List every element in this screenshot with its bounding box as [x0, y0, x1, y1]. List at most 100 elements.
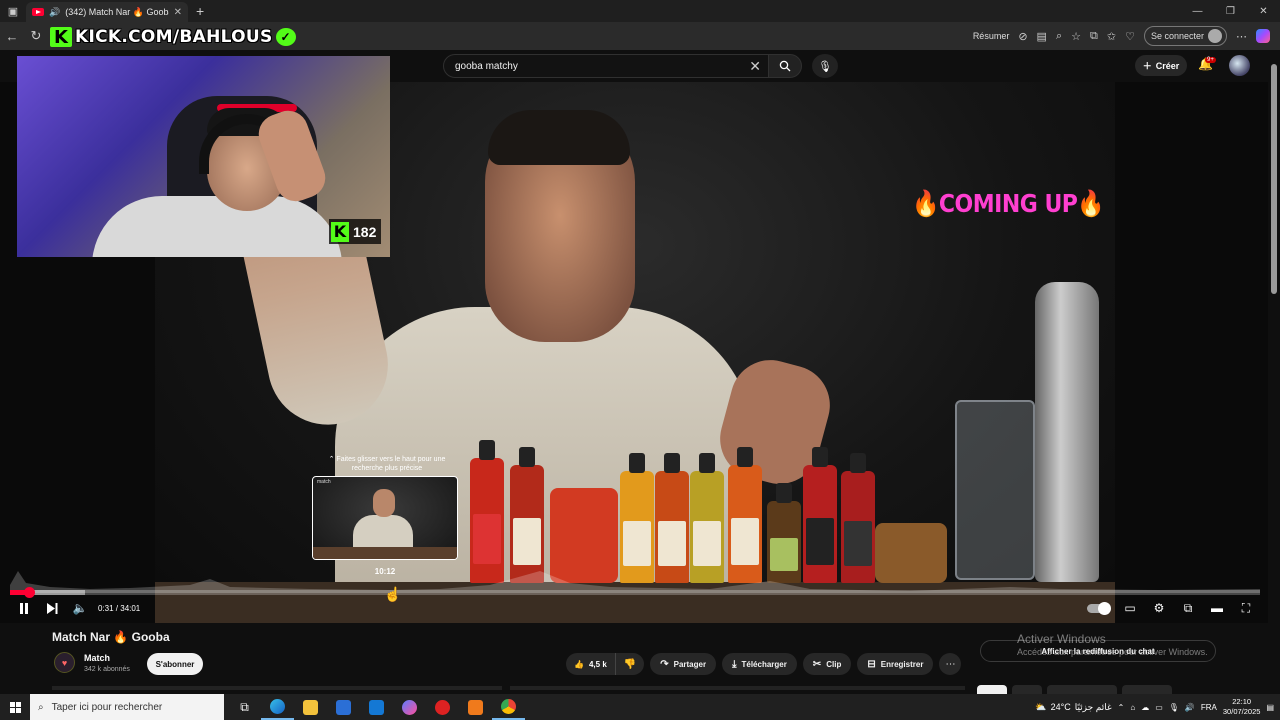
- outlook-icon[interactable]: [360, 694, 393, 720]
- browser-tab-active[interactable]: 🔊 (342) Match Nar 🔥 Gooba ✕: [26, 2, 188, 22]
- zoom-icon[interactable]: ⌕: [1056, 30, 1062, 43]
- search-button[interactable]: [768, 54, 802, 78]
- system-tray: ⛅ 24°C غائم جزئيًا ⌃ ⌂ ☁ ▭ 🎙 🔊 FRA 22:10…: [1035, 694, 1280, 720]
- tab-audio-icon[interactable]: 🔊: [49, 7, 60, 18]
- weather-widget[interactable]: ⛅ 24°C غائم جزئيًا: [1035, 702, 1111, 713]
- download-button[interactable]: ⤓ Télécharger: [722, 653, 797, 675]
- download-icon: ⤓: [732, 658, 737, 670]
- profile-avatar-icon: [1208, 29, 1222, 43]
- miniplayer-button[interactable]: ⧉: [1174, 598, 1202, 618]
- viewer-count-badge: K 182: [329, 219, 382, 244]
- progress-scrubber[interactable]: [23, 587, 35, 598]
- host-hair: [488, 110, 630, 165]
- clip-button[interactable]: ✂ Clip: [802, 653, 852, 675]
- start-button[interactable]: [0, 701, 30, 713]
- tab-title: (342) Match Nar 🔥 Gooba: [65, 6, 169, 17]
- minimize-icon[interactable]: —: [1181, 0, 1214, 22]
- save-button[interactable]: ⊟ Enregistrer: [857, 653, 934, 675]
- most-replayed-heatmap: [10, 571, 1260, 593]
- network-icon[interactable]: ⌂: [1130, 703, 1135, 712]
- like-dislike-group: 👍 4,5 k 👎: [566, 653, 645, 675]
- favorites-icon[interactable]: ✩: [1107, 30, 1116, 43]
- signin-button[interactable]: Se connecter: [1143, 26, 1227, 46]
- share-button[interactable]: ↷ Partager: [650, 653, 717, 675]
- show-hidden-icons[interactable]: ⌃: [1118, 703, 1125, 712]
- progress-bar[interactable]: [10, 587, 1260, 598]
- extension-icon[interactable]: ⊘: [1018, 30, 1027, 43]
- more-options-icon[interactable]: ⋯: [1236, 30, 1247, 43]
- glass-pitcher: [955, 400, 1035, 580]
- messenger-icon[interactable]: [393, 694, 426, 720]
- channel-avatar[interactable]: ♥: [54, 652, 75, 673]
- search-input[interactable]: gooba matchy ✕: [443, 54, 770, 78]
- subscribe-button[interactable]: S'abonner: [147, 653, 203, 675]
- close-window-icon[interactable]: ✕: [1247, 0, 1280, 22]
- create-label: Créer: [1155, 60, 1180, 71]
- like-button[interactable]: 👍 4,5 k: [566, 653, 616, 675]
- refresh-icon[interactable]: ↻: [24, 28, 48, 44]
- tab-actions-icon[interactable]: ▣: [0, 0, 26, 22]
- restore-icon[interactable]: ❐: [1214, 0, 1247, 22]
- volume-button[interactable]: 🔈: [66, 598, 94, 618]
- dislike-button[interactable]: 👎: [616, 653, 644, 675]
- taskbar-clock[interactable]: 22:10 30/07/2025: [1223, 697, 1261, 717]
- save-label: Enregistrer: [880, 659, 924, 669]
- browser-toolbar-right: Résumer ⊘ ▤ ⌕ ☆ ⧉ ✩ ♡ Se connecter ⋯: [973, 22, 1270, 50]
- app-icon[interactable]: [426, 694, 459, 720]
- player-controls-right: ▭ ⚙ ⧉ ▬ ⛶: [1087, 598, 1260, 618]
- file-explorer-icon[interactable]: [294, 694, 327, 720]
- theater-mode-button[interactable]: ▬: [1203, 598, 1231, 618]
- cloud-icon[interactable]: ☁: [1141, 703, 1149, 712]
- back-icon[interactable]: ←: [0, 29, 24, 44]
- store-icon[interactable]: [327, 694, 360, 720]
- battery-icon[interactable]: ▭: [1155, 703, 1163, 712]
- streamer-shirt: [92, 196, 342, 257]
- scrollbar-thumb[interactable]: [1271, 64, 1277, 294]
- pause-button[interactable]: [10, 598, 38, 618]
- clock-date: 30/07/2025: [1222, 707, 1261, 716]
- split-screen-icon[interactable]: ⧉: [1090, 30, 1098, 43]
- office-icon[interactable]: [459, 694, 492, 720]
- taskbar-search[interactable]: ⌕ Taper ici pour rechercher: [30, 694, 224, 720]
- mic-tray-icon[interactable]: 🎙: [1169, 703, 1179, 712]
- video-title: Match Nar 🔥 Gooba: [52, 630, 170, 644]
- settings-button[interactable]: ⚙: [1145, 598, 1173, 618]
- description-box-edge: [52, 686, 502, 690]
- edge-icon[interactable]: [261, 694, 294, 720]
- voice-search-button[interactable]: 🎙: [812, 54, 838, 78]
- keyboard-language[interactable]: FRA: [1201, 703, 1217, 712]
- copilot-icon[interactable]: [1256, 29, 1270, 43]
- reader-icon[interactable]: ▤: [1037, 30, 1047, 43]
- summarize-button[interactable]: Résumer: [973, 31, 1010, 41]
- cream-siphon: [1035, 282, 1099, 582]
- weather-icon: ⛅: [1035, 701, 1047, 712]
- notification-badge: 9+: [1205, 57, 1216, 63]
- preview-host-head: [373, 489, 395, 517]
- subtitles-button[interactable]: ▭: [1116, 598, 1144, 618]
- plus-icon: ＋: [1142, 61, 1152, 71]
- notification-center-icon[interactable]: ▤: [1266, 703, 1274, 712]
- clear-search-icon[interactable]: ✕: [749, 58, 761, 75]
- weather-temp: 24°C: [1050, 702, 1071, 712]
- like-count: 4,5 k: [588, 659, 607, 669]
- download-label: Télécharger: [741, 659, 787, 669]
- new-tab-button[interactable]: +: [196, 3, 204, 19]
- account-avatar[interactable]: [1229, 55, 1250, 76]
- seek-hint: ⌃ Faites glisser vers le haut pour une r…: [318, 455, 456, 473]
- page-scrollbar[interactable]: [1268, 50, 1280, 690]
- chrome-icon[interactable]: [492, 694, 525, 720]
- speaker-icon[interactable]: 🔊: [1185, 703, 1195, 712]
- task-view-icon[interactable]: ⧉: [228, 694, 261, 720]
- fullscreen-button[interactable]: ⛶: [1232, 598, 1260, 618]
- favorite-star-icon[interactable]: ☆: [1071, 30, 1081, 43]
- preview-channel-label: match: [317, 479, 331, 485]
- autoplay-toggle[interactable]: [1087, 601, 1111, 615]
- create-button[interactable]: ＋ Créer: [1135, 55, 1187, 76]
- more-actions-button[interactable]: ⋯: [939, 653, 962, 675]
- tab-close-icon[interactable]: ✕: [174, 7, 182, 18]
- browser-essentials-icon[interactable]: ♡: [1125, 30, 1135, 43]
- windows-logo-icon: [9, 701, 21, 713]
- channel-name[interactable]: Match: [84, 653, 110, 663]
- next-button[interactable]: [38, 598, 66, 618]
- microphone-icon: 🎙: [818, 60, 832, 73]
